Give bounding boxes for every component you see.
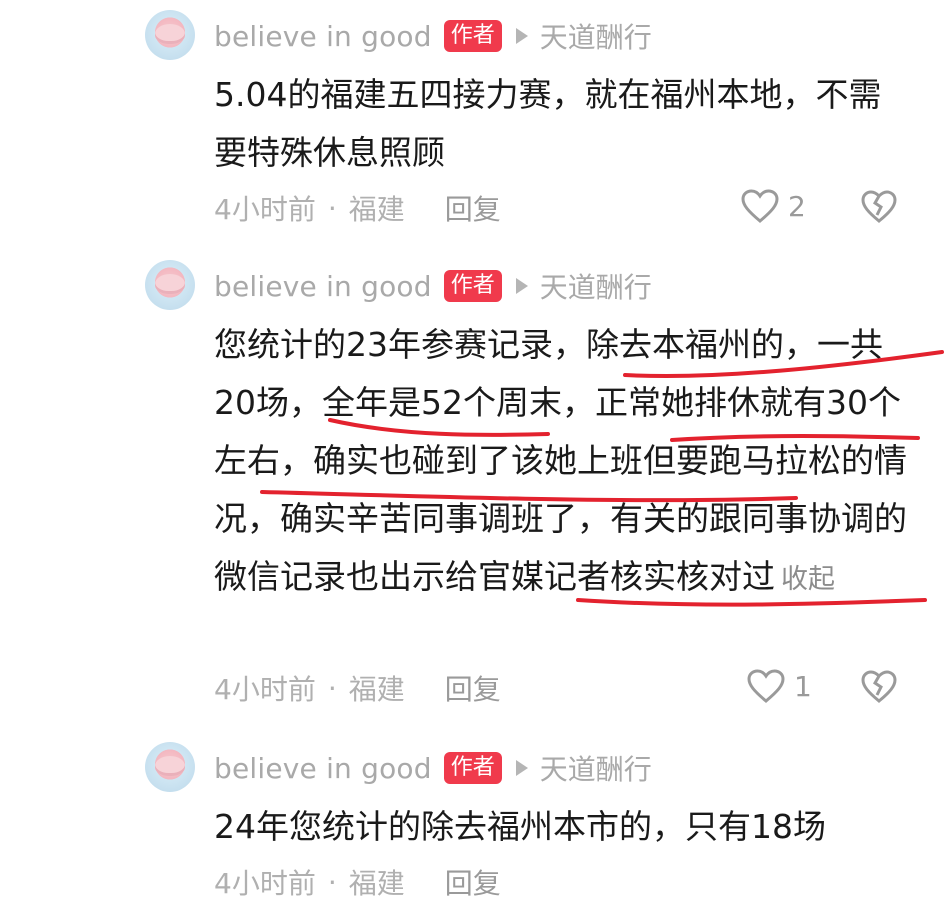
reply-to-user[interactable]: 天道酬行 [540,748,652,788]
reply-to-user[interactable]: 天道酬行 [540,266,652,306]
reply-button[interactable]: 回复 [445,188,501,228]
author-badge: 作者 [443,270,502,302]
timestamp: 4小时前 [214,673,316,706]
username[interactable]: believe in good [214,20,432,53]
location: 福建 [348,673,405,706]
timestamp: 4小时前 [214,867,316,900]
comment-text-content: 您统计的23年参赛记录，除去本福州的，一共20场，全年是52个周末，正常她排休就… [214,325,907,596]
username[interactable]: believe in good [214,752,432,785]
avatar[interactable] [145,260,195,310]
broken-heart-icon[interactable] [860,188,898,224]
like-count: 2 [788,189,806,223]
timestamp: 4小时前 [214,193,316,226]
heart-outline-icon [747,669,785,703]
comment-text: 5.04的福建五四接力赛，就在福州本地，不需要特殊休息照顾 [214,75,882,172]
like-button[interactable]: 1 [746,668,812,704]
location: 福建 [348,867,405,900]
comment-header: believe in good 作者 天道酬行 [214,748,652,788]
reply-button[interactable]: 回复 [445,668,501,708]
reply-arrow-icon [515,28,528,44]
comment-meta: 4小时前 · 福建 回复 [214,862,501,902]
comment-meta: 4小时前 · 福建 回复 [214,188,501,228]
avatar[interactable] [145,742,195,792]
broken-heart-icon[interactable] [860,668,898,704]
comment-text: 24年您统计的除去福州本市的，只有18场 [214,807,826,846]
separator: · [327,671,337,705]
heart-outline-icon [741,189,779,223]
collapse-link[interactable]: 收起 [781,564,835,595]
comment-header: believe in good 作者 天道酬行 [214,16,652,56]
comment-header: believe in good 作者 天道酬行 [214,266,652,306]
like-button[interactable]: 2 [740,188,806,224]
reply-arrow-icon [515,760,528,776]
author-badge: 作者 [443,752,502,784]
reply-arrow-icon [515,278,528,294]
author-badge: 作者 [443,20,502,52]
separator: · [327,191,337,225]
comment-meta: 4小时前 · 福建 回复 [214,668,501,708]
like-count: 1 [794,669,812,703]
reply-to-user[interactable]: 天道酬行 [540,16,652,56]
location: 福建 [348,193,405,226]
reply-button[interactable]: 回复 [445,862,501,902]
comment-text: 您统计的23年参赛记录，除去本福州的，一共20场，全年是52个周末，正常她排休就… [214,316,914,609]
separator: · [327,865,337,899]
avatar[interactable] [145,10,195,60]
username[interactable]: believe in good [214,270,432,303]
